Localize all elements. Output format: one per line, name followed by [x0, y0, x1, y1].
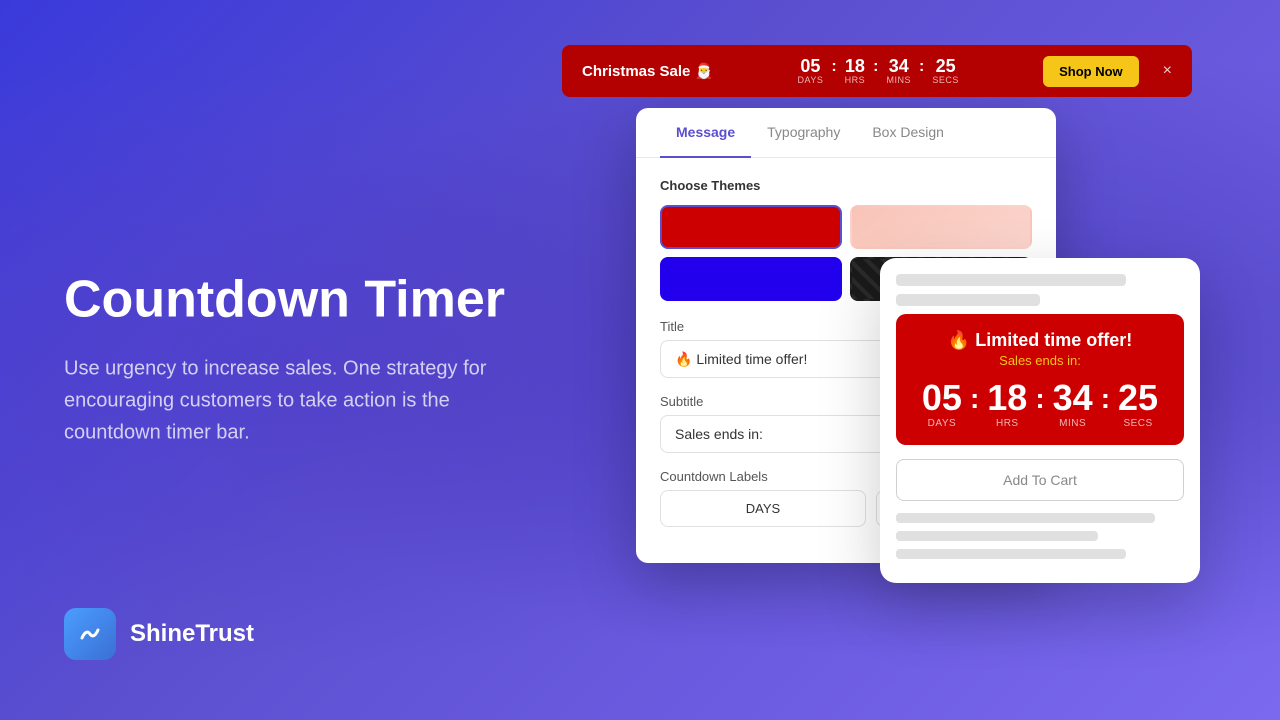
cw-days-label: DAYS [928, 418, 957, 429]
banner-mins-label: MINS [887, 75, 912, 85]
left-content: Countdown Timer Use urgency to increase … [64, 271, 524, 448]
cw-subtitle: Sales ends in: [912, 353, 1168, 368]
page-description: Use urgency to increase sales. One strat… [64, 353, 524, 449]
cw-secs-unit: 25 SECS [1118, 380, 1158, 429]
top-banner: Christmas Sale 🎅 05 DAYS : 18 HRS : 34 M… [562, 45, 1192, 97]
brand-logo [64, 608, 116, 660]
cw-days-unit: 05 DAYS [922, 380, 962, 429]
skeleton-bar-1 [896, 274, 1126, 286]
product-card-skeleton-bottom [880, 513, 1200, 583]
countdown-widget: 🔥 Limited time offer! Sales ends in: 05 … [896, 314, 1184, 445]
skeleton-bar-2 [896, 294, 1040, 306]
cw-secs-num: 25 [1118, 380, 1158, 416]
banner-close-icon[interactable]: × [1163, 62, 1172, 80]
banner-hrs-unit: 18 HRS [845, 57, 866, 85]
themes-label: Choose Themes [660, 178, 1032, 193]
skeleton-sm-3 [896, 549, 1126, 559]
cw-mins-label: MINS [1059, 418, 1086, 429]
cw-hrs-num: 18 [987, 380, 1027, 416]
tabs: Message Typography Box Design [636, 108, 1056, 158]
cw-mins-unit: 34 MINS [1053, 380, 1093, 429]
banner-right: Shop Now × [1043, 56, 1172, 87]
cw-hrs-label: HRS [996, 418, 1019, 429]
banner-timer: 05 DAYS : 18 HRS : 34 MINS : 25 SECS [797, 57, 958, 85]
skeleton-sm-2 [896, 531, 1098, 541]
banner-hrs-num: 18 [845, 57, 865, 75]
product-card-skeleton-top [880, 258, 1200, 306]
cw-colon-2: : [1035, 383, 1044, 415]
banner-left: Christmas Sale 🎅 [582, 62, 713, 80]
theme-swatch-red[interactable] [660, 205, 842, 249]
banner-days-unit: 05 DAYS [797, 57, 823, 85]
banner-mins-unit: 34 MINS [887, 57, 912, 85]
banner-hrs-label: HRS [845, 75, 866, 85]
cw-days-num: 05 [922, 380, 962, 416]
banner-colon-2: : [873, 58, 878, 76]
banner-secs-num: 25 [936, 57, 956, 75]
banner-days-label: DAYS [797, 75, 823, 85]
skeleton-sm-1 [896, 513, 1155, 523]
cw-hrs-unit: 18 HRS [987, 380, 1027, 429]
brand-name: ShineTrust [130, 620, 254, 648]
banner-title: Christmas Sale 🎅 [582, 62, 713, 80]
page-title: Countdown Timer [64, 271, 524, 328]
banner-secs-unit: 25 SECS [932, 57, 959, 85]
add-to-cart-button[interactable]: Add To Cart [896, 459, 1184, 501]
cw-timer: 05 DAYS : 18 HRS : 34 MINS : 25 SECS [912, 380, 1168, 429]
cw-title: 🔥 Limited time offer! [912, 330, 1168, 351]
banner-secs-label: SECS [932, 75, 959, 85]
tab-box-design[interactable]: Box Design [856, 108, 960, 158]
label-days-input[interactable] [660, 490, 866, 527]
theme-swatch-blue[interactable] [660, 257, 842, 301]
brand: ShineTrust [64, 608, 254, 660]
cw-colon-1: : [970, 383, 979, 415]
banner-colon-3: : [919, 58, 924, 76]
cw-secs-label: SECS [1123, 418, 1152, 429]
tab-message[interactable]: Message [660, 108, 751, 158]
theme-swatch-pink[interactable] [850, 205, 1032, 249]
tab-typography[interactable]: Typography [751, 108, 856, 158]
cw-colon-3: : [1101, 383, 1110, 415]
banner-days-num: 05 [800, 57, 820, 75]
banner-mins-num: 34 [889, 57, 909, 75]
product-card: 🔥 Limited time offer! Sales ends in: 05 … [880, 258, 1200, 583]
banner-colon-1: : [831, 58, 836, 76]
shop-now-button[interactable]: Shop Now [1043, 56, 1139, 87]
cw-mins-num: 34 [1053, 380, 1093, 416]
